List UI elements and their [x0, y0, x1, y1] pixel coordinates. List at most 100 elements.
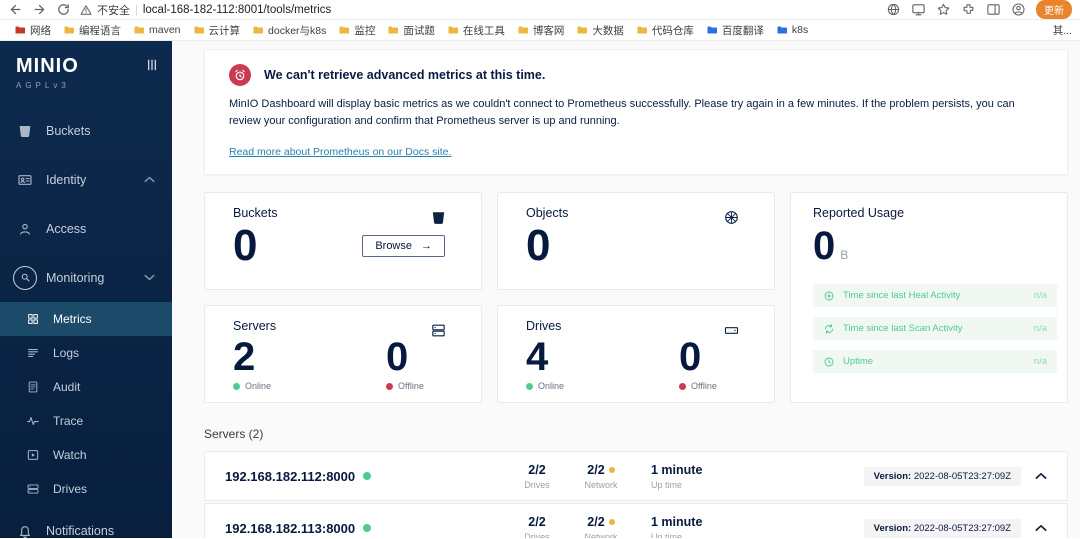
collapse-chevron-icon[interactable] [1035, 524, 1047, 532]
browse-label: Browse [375, 240, 412, 253]
offline-label: Offline [691, 381, 717, 392]
monitoring-submenu: Metrics Logs Audit Trace Watch Drives [0, 302, 172, 506]
card-title: Drives [526, 319, 562, 334]
refresh-icon[interactable] [56, 2, 71, 17]
bookmark-item[interactable]: docker与k8s [246, 21, 332, 40]
online-dot [526, 382, 533, 390]
sidebar-item-buckets[interactable]: Buckets [0, 106, 172, 155]
logs-icon [26, 346, 40, 360]
forward-icon[interactable] [32, 2, 47, 17]
alarm-icon [229, 64, 251, 86]
heal-activity-row: Time since last Heal Activity n/a [813, 284, 1057, 308]
bookmark-label: 监控 [354, 24, 376, 37]
server-endpoint: 192.168.182.112:8000 [225, 469, 505, 484]
bookmark-item[interactable]: 面试题 [381, 21, 441, 40]
prometheus-docs-link[interactable]: Read more about Prometheus on our Docs s… [229, 146, 451, 158]
servers-heading: Servers (2) [204, 427, 264, 442]
address-bar[interactable]: 不安全 | local-168-182-112:8001/tools/metri… [80, 2, 877, 18]
bookmarks-overflow[interactable]: 其... [1053, 23, 1072, 38]
collapse-sidebar-icon[interactable] [144, 57, 160, 73]
bookmark-item[interactable]: 百度翻译 [700, 21, 770, 40]
share-icon[interactable] [911, 2, 926, 17]
back-icon[interactable] [8, 2, 23, 17]
bookmark-label: 百度翻译 [721, 24, 764, 37]
chrome-update-badge[interactable]: 更新 [1036, 0, 1072, 19]
sidebar-item-watch[interactable]: Watch [0, 438, 172, 472]
offline-label: Offline [398, 381, 424, 392]
reported-usage-card: Reported Usage 0 B Time since last Heal … [790, 192, 1068, 404]
url-text: local-168-182-112:8001/tools/metrics [142, 3, 332, 16]
bookmark-item[interactable]: 博客网 [511, 21, 571, 40]
network-value: 2/2 [587, 514, 605, 529]
bookmark-star-icon[interactable] [936, 2, 951, 17]
prometheus-alert: We can't retrieve advanced metrics at th… [204, 49, 1068, 176]
sidebar-item-notifications[interactable]: Notifications [0, 506, 172, 538]
drives-column: 2/2 Drives [505, 515, 569, 538]
version-badge: Version: 2022-08-05T23:27:09Z [863, 518, 1021, 538]
bookmark-item[interactable]: 代码仓库 [630, 21, 700, 40]
sidebar-item-label: Metrics [53, 312, 92, 326]
bookmark-item[interactable]: maven [127, 22, 187, 38]
bookmark-label: docker与k8s [268, 24, 327, 37]
sidebar-item-label: Identity [46, 172, 87, 187]
sidebar-item-label: Trace [53, 414, 84, 428]
bookmark-item[interactable]: 监控 [332, 21, 381, 40]
objects-count: 0 [526, 221, 551, 271]
sidebar-item-trace[interactable]: Trace [0, 404, 172, 438]
endpoint-text: 192.168.182.113:8000 [225, 520, 356, 536]
browser-actions: 更新 [886, 0, 1072, 19]
server-row[interactable]: 192.168.182.113:8000 2/2 Drives 2/2 Netw… [204, 503, 1068, 538]
heal-icon [823, 290, 835, 302]
online-count: 2 [233, 335, 256, 380]
bookmark-label: 面试题 [403, 24, 435, 37]
bookmark-item[interactable]: 大数据 [570, 21, 630, 40]
folder-icon [193, 24, 205, 36]
buckets-icon [430, 209, 447, 226]
sidebar-item-label: Logs [53, 346, 80, 360]
usage-unit: B [840, 248, 849, 263]
offline-count: 0 [386, 335, 409, 380]
servers-card: Servers 2 Online 0 Offline [204, 305, 482, 404]
bookmark-label: 在线工具 [462, 24, 505, 37]
arrow-right-icon: → [421, 240, 432, 253]
sidebar-item-access[interactable]: Access [0, 204, 172, 253]
sidebar-item-metrics[interactable]: Metrics [0, 302, 172, 336]
sidebar-item-audit[interactable]: Audit [0, 370, 172, 404]
sidebar-item-logs[interactable]: Logs [0, 336, 172, 370]
online-status-dot [363, 524, 372, 533]
bookmark-item[interactable]: 在线工具 [441, 21, 511, 40]
version-label: Version: [873, 522, 912, 534]
usage-row-label: Time since last Scan Activity [843, 323, 963, 335]
bookmark-item[interactable]: 网络 [8, 21, 57, 40]
sidebar-item-label: Access [46, 221, 87, 236]
version-badge: Version: 2022-08-05T23:27:09Z [863, 466, 1021, 486]
translate-icon[interactable] [886, 2, 901, 17]
sidebar-item-monitoring[interactable]: Monitoring [0, 253, 172, 302]
usage-row-label: Uptime [843, 356, 874, 368]
access-icon [17, 221, 33, 237]
sidebar-item-label: Drives [53, 482, 88, 496]
sidebar: MINIO AGPLv3 Buckets Identity Access Mon… [0, 41, 172, 538]
metrics-icon [26, 312, 40, 326]
usage-value: 0 [813, 224, 836, 269]
sidebar-item-label: Monitoring [46, 270, 105, 285]
card-title: Buckets [233, 206, 278, 221]
sidebar-item-identity[interactable]: Identity [0, 155, 172, 204]
audit-icon [26, 380, 40, 394]
bookmark-item[interactable]: 编程语言 [57, 21, 127, 40]
browse-buckets-button[interactable]: Browse → [362, 235, 445, 258]
bookmark-label: 云计算 [208, 24, 241, 37]
bookmark-item[interactable]: k8s [770, 22, 814, 38]
profile-avatar[interactable] [1011, 2, 1026, 17]
bookmark-item[interactable]: 云计算 [187, 21, 247, 40]
extensions-icon[interactable] [961, 2, 976, 17]
site-favicon [776, 24, 788, 36]
sidebar-item-drives[interactable]: Drives [0, 472, 172, 506]
side-panel-icon[interactable] [986, 2, 1001, 17]
card-title: Objects [526, 206, 569, 221]
sidebar-item-label: Audit [53, 380, 81, 394]
server-row[interactable]: 192.168.182.112:8000 2/2 Drives 2/2 Netw… [204, 451, 1068, 502]
collapse-chevron-icon[interactable] [1035, 472, 1047, 480]
folder-icon [63, 24, 75, 36]
network-status-dot [608, 518, 615, 525]
